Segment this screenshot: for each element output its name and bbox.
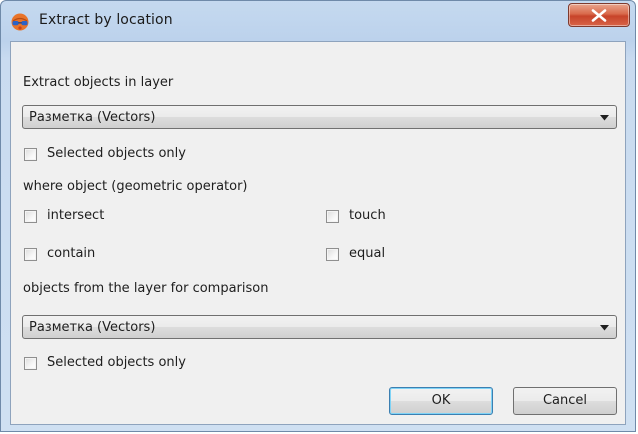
dialog-window: Extract by location Extract objects in l… [0, 0, 636, 432]
layer-selected-only-label: Selected objects only [47, 146, 186, 161]
contain-checkbox[interactable] [24, 248, 37, 261]
comparison-label: objects from the layer for comparison [23, 281, 269, 296]
chevron-down-icon [600, 115, 609, 121]
layer-select-value: Разметка (Vectors) [29, 110, 156, 125]
touch-label: touch [349, 208, 386, 223]
intersect-checkbox[interactable] [24, 210, 37, 223]
close-icon [591, 9, 607, 22]
comparison-selected-only-label: Selected objects only [47, 355, 186, 370]
window-title: Extract by location [39, 12, 173, 28]
close-button[interactable] [568, 3, 630, 27]
touch-checkbox[interactable] [326, 210, 339, 223]
title-bar[interactable]: Extract by location [1, 1, 635, 41]
layer-select[interactable]: Разметка (Vectors) [22, 105, 617, 129]
cancel-button[interactable]: Cancel [513, 387, 617, 415]
comparison-select-value: Разметка (Vectors) [29, 320, 156, 335]
comparison-layer-select[interactable]: Разметка (Vectors) [22, 315, 617, 339]
dialog-body: Extract objects in layer Разметка (Vecto… [10, 41, 626, 425]
globe-with-glasses-icon [10, 12, 30, 32]
layer-selected-only-checkbox[interactable] [24, 148, 37, 161]
comparison-selected-only-checkbox[interactable] [24, 357, 37, 370]
intersect-label: intersect [47, 208, 105, 223]
equal-checkbox[interactable] [326, 248, 339, 261]
operator-label: where object (geometric operator) [23, 179, 248, 194]
chevron-down-icon [600, 325, 609, 331]
equal-label: equal [349, 246, 386, 261]
contain-label: contain [47, 246, 96, 261]
layer-label: Extract objects in layer [23, 75, 174, 90]
ok-button[interactable]: OK [389, 387, 493, 415]
